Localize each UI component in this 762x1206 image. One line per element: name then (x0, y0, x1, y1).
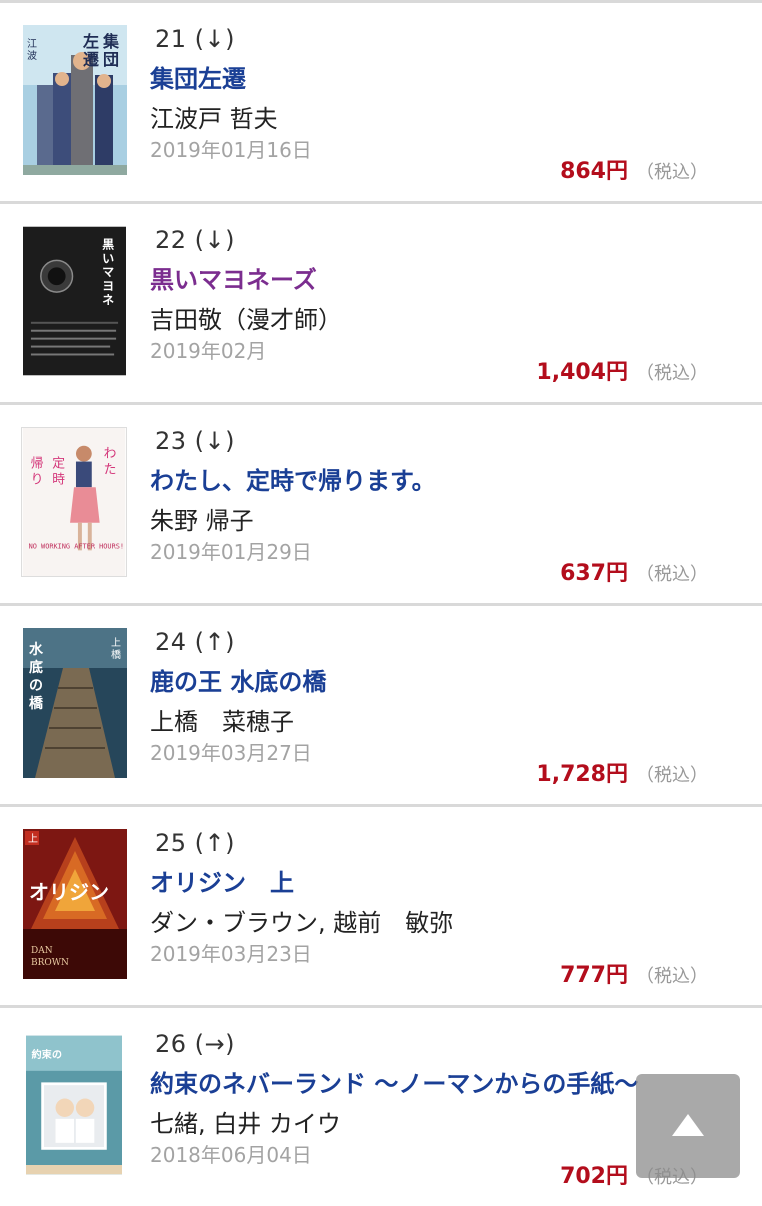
list-item[interactable]: わ た 定 時 帰 り NO WORKING AFTER HOURS! 23 (… (0, 405, 762, 606)
release-date: 2019年02月 (150, 339, 267, 363)
price-row: 1,404円 （税込） (536, 354, 708, 386)
svg-text:波: 波 (27, 49, 37, 62)
svg-text:江: 江 (27, 38, 37, 50)
book-title-link[interactable]: オリジン 上 (150, 863, 294, 898)
svg-text:ヨ: ヨ (102, 279, 114, 293)
list-item[interactable]: 上 オリジン DAN BROWN 25 (↑) オリジン 上 ダン・ブラウン, … (0, 807, 762, 1008)
price: 1,404円 (536, 360, 628, 385)
book-cover-21[interactable]: 集 団 左 遷 江 波 (23, 25, 127, 175)
svg-text:時: 時 (52, 472, 65, 487)
svg-text:ネ: ネ (102, 293, 114, 307)
tax-note: （税込） (636, 765, 708, 786)
release-date: 2019年01月29日 (150, 540, 312, 564)
author-name: 朱野 帰子 (150, 507, 254, 535)
cover-image: 約束の (26, 1035, 122, 1175)
release-date: 2018年06月04日 (150, 1143, 312, 1167)
book-title-link[interactable]: 黒いマヨネーズ (150, 260, 317, 295)
svg-text:上: 上 (28, 833, 38, 845)
cover-image: 水 底 の 橋 上 橋 (23, 628, 127, 778)
price: 864円 (560, 159, 628, 184)
rank-label: 21 (↓) (155, 25, 236, 53)
rank-label: 23 (↓) (155, 427, 236, 455)
book-title-link[interactable]: 約束のネバーランド ～ノーマンからの手紙～ (150, 1064, 638, 1099)
svg-text:わ: わ (104, 447, 117, 462)
cover-image: 集 団 左 遷 江 波 (23, 25, 127, 175)
author-name: 吉田敬（漫才師） (150, 306, 342, 334)
svg-text:底: 底 (29, 659, 43, 676)
author-name: ダン・ブラウン, 越前 敏弥 (150, 909, 454, 937)
price-row: 1,728円 （税込） (536, 756, 708, 788)
svg-text:定: 定 (52, 456, 65, 471)
svg-text:マ: マ (102, 265, 114, 279)
release-date: 2019年01月16日 (150, 138, 312, 162)
rank-label: 22 (↓) (155, 226, 236, 254)
book-cover-23[interactable]: わ た 定 時 帰 り NO WORKING AFTER HOURS! (21, 427, 127, 577)
list-item[interactable]: 水 底 の 橋 上 橋 24 (↑) 鹿の王 水底の橋 上橋 菜穂子 2019年… (0, 606, 762, 807)
svg-text:DAN: DAN (31, 946, 53, 956)
svg-text:約束の: 約束の (32, 1048, 62, 1061)
svg-text:り: り (31, 472, 44, 487)
price: 777円 (560, 963, 628, 988)
book-title-link[interactable]: 集団左遷 (150, 59, 246, 94)
cover-image: 黒 い マ ヨ ネ (23, 226, 126, 376)
svg-text:BROWN: BROWN (31, 958, 69, 968)
book-title-link[interactable]: 鹿の王 水底の橋 (150, 662, 326, 697)
svg-text:オリジン: オリジン (29, 880, 109, 904)
price-row: 864円 （税込） (560, 153, 708, 185)
svg-text:の: の (29, 678, 43, 694)
tax-note: （税込） (636, 564, 708, 585)
tax-note: （税込） (636, 363, 708, 384)
rank-label: 24 (↑) (155, 628, 236, 656)
svg-text:水: 水 (29, 641, 44, 658)
price: 637円 (560, 561, 628, 586)
author-name: 七緒, 白井 カイウ (150, 1110, 341, 1138)
ranking-list: 集 団 左 遷 江 波 21 (↓) 集団左遷 江波戸 哲夫 2019年01月1… (0, 3, 762, 1206)
svg-text:い: い (102, 251, 114, 265)
svg-text:帰: 帰 (31, 456, 44, 471)
svg-text:上: 上 (111, 637, 121, 649)
book-cover-24[interactable]: 水 底 の 橋 上 橋 (23, 628, 127, 778)
release-date: 2019年03月23日 (150, 942, 312, 966)
svg-text:左: 左 (82, 32, 99, 51)
scroll-to-top-button[interactable] (636, 1074, 740, 1178)
svg-text:遷: 遷 (83, 50, 99, 69)
tax-note: （税込） (636, 162, 708, 183)
price: 702円 (560, 1164, 628, 1189)
svg-text:た: た (104, 462, 117, 477)
svg-text:橋: 橋 (29, 695, 44, 712)
author-name: 江波戸 哲夫 (150, 105, 278, 133)
svg-text:黒: 黒 (102, 238, 114, 252)
svg-text:橋: 橋 (111, 648, 121, 661)
book-cover-22[interactable]: 黒 い マ ヨ ネ (23, 226, 126, 376)
book-cover-26[interactable]: 約束の (26, 1030, 122, 1180)
rank-label: 25 (↑) (155, 829, 236, 857)
book-cover-25[interactable]: 上 オリジン DAN BROWN (23, 829, 127, 979)
price-row: 777円 （税込） (560, 957, 708, 989)
rank-label: 26 (→) (155, 1030, 236, 1058)
svg-text:集: 集 (102, 32, 120, 51)
svg-text:NO WORKING AFTER HOURS!: NO WORKING AFTER HOURS! (29, 542, 124, 550)
author-name: 上橋 菜穂子 (150, 708, 294, 736)
price: 1,728円 (536, 762, 628, 787)
list-item[interactable]: 集 団 左 遷 江 波 21 (↓) 集団左遷 江波戸 哲夫 2019年01月1… (0, 3, 762, 204)
list-item[interactable]: 黒 い マ ヨ ネ 22 (↓) 黒いマヨネーズ 吉田敬（漫才師） 2019年0… (0, 204, 762, 405)
book-title-link[interactable]: わたし、定時で帰ります。 (150, 461, 436, 496)
arrow-up-icon (672, 1114, 704, 1136)
cover-image: わ た 定 時 帰 り NO WORKING AFTER HOURS! (22, 428, 126, 576)
cover-image: 上 オリジン DAN BROWN (23, 829, 127, 979)
release-date: 2019年03月27日 (150, 741, 312, 765)
tax-note: （税込） (636, 966, 708, 987)
svg-text:団: 団 (103, 50, 119, 69)
price-row: 637円 （税込） (560, 555, 708, 587)
